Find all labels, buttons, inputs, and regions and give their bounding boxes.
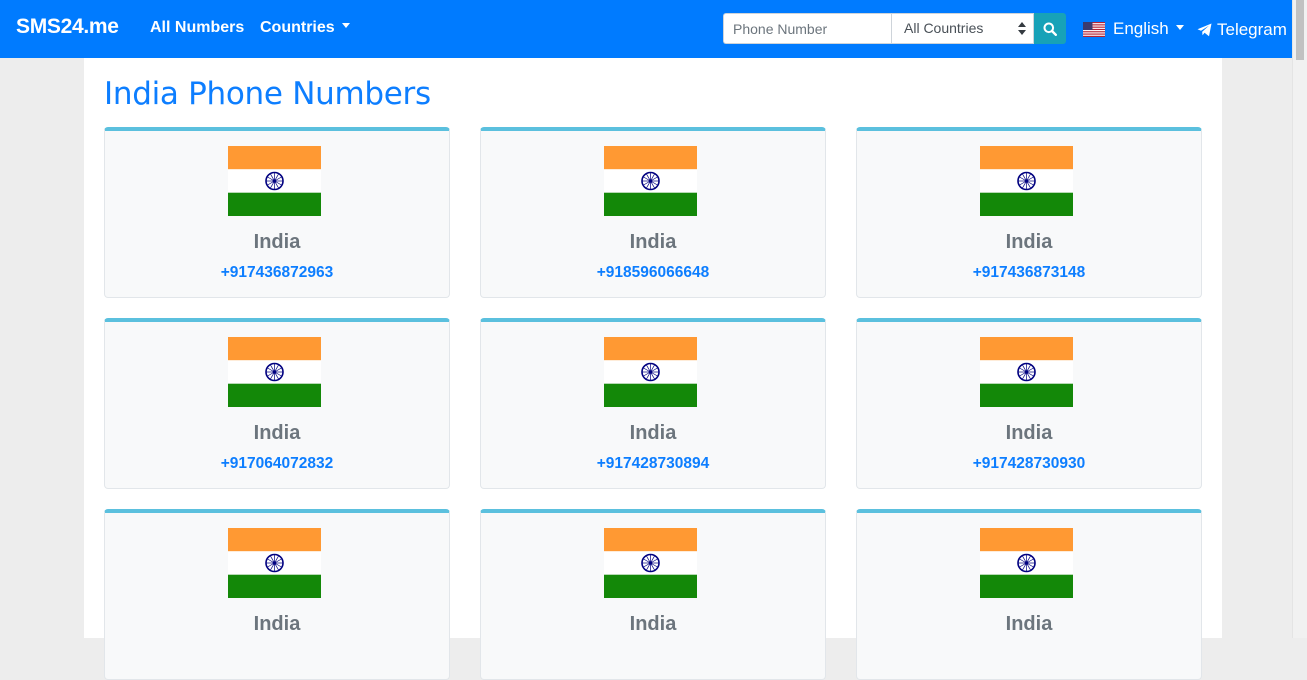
phone-number-input[interactable] (723, 13, 891, 44)
card-country-name: India (253, 613, 301, 635)
card-phone-number[interactable]: +917436873148 (857, 264, 1201, 282)
number-card[interactable]: India (856, 509, 1202, 680)
card-country-name: India (629, 231, 677, 253)
card-country-name: India (629, 422, 677, 444)
india-flag-icon (604, 528, 697, 598)
language-label: English (1113, 19, 1169, 38)
caret-down-icon (1175, 24, 1184, 30)
telegram-icon (1197, 23, 1212, 37)
card-phone-number[interactable]: +917428730930 (857, 455, 1201, 473)
nav-countries-dropdown[interactable]: Countries (260, 19, 350, 37)
country-select[interactable]: All Countries (891, 13, 1034, 44)
number-card[interactable]: India +917064072832 (104, 318, 450, 489)
india-flag-icon (980, 146, 1073, 216)
search-icon (1043, 22, 1057, 36)
nav-all-numbers[interactable]: All Numbers (150, 19, 244, 37)
scrollbar-thumb[interactable] (1296, 0, 1304, 60)
number-card[interactable]: India +917428730930 (856, 318, 1202, 489)
language-dropdown[interactable]: English (1083, 19, 1184, 39)
number-card[interactable]: India +917436872963 (104, 127, 450, 298)
top-navbar: SMS24.me All Numbers Countries All Count… (0, 0, 1307, 58)
card-country-name: India (253, 231, 301, 253)
select-arrows-icon (1018, 22, 1026, 35)
number-card[interactable]: India +918596066648 (480, 127, 826, 298)
search-form: All Countries (723, 13, 1066, 44)
caret-down-icon (341, 23, 350, 29)
number-card[interactable]: India (104, 509, 450, 680)
card-country-name: India (629, 613, 677, 635)
country-select-value: All Countries (904, 20, 984, 36)
card-country-name: India (1005, 231, 1053, 253)
number-card[interactable]: India (480, 509, 826, 680)
india-flag-icon (604, 337, 697, 407)
india-flag-icon (228, 337, 321, 407)
number-card[interactable]: India +917428730894 (480, 318, 826, 489)
main-content: India Phone Numbers India +917436872963 In… (84, 58, 1222, 680)
us-flag-icon (1083, 21, 1105, 37)
card-country-name: India (1005, 422, 1053, 444)
telegram-label: Telegram (1217, 20, 1287, 39)
brand-logo[interactable]: SMS24.me (16, 15, 119, 39)
card-phone-number[interactable]: +917064072832 (105, 455, 449, 473)
telegram-link[interactable]: Telegram (1197, 20, 1287, 40)
card-phone-number[interactable]: +917428730894 (481, 455, 825, 473)
nav-countries-label: Countries (260, 19, 335, 36)
page-title: India Phone Numbers (104, 76, 431, 112)
india-flag-icon (980, 337, 1073, 407)
india-flag-icon (228, 146, 321, 216)
india-flag-icon (228, 528, 321, 598)
page-scrollbar[interactable] (1292, 0, 1307, 638)
card-phone-number[interactable]: +918596066648 (481, 264, 825, 282)
card-country-name: India (253, 422, 301, 444)
card-phone-number[interactable]: +917436872963 (105, 264, 449, 282)
india-flag-icon (980, 528, 1073, 598)
india-flag-icon (604, 146, 697, 216)
search-button[interactable] (1034, 13, 1066, 44)
number-card[interactable]: India +917436873148 (856, 127, 1202, 298)
card-country-name: India (1005, 613, 1053, 635)
